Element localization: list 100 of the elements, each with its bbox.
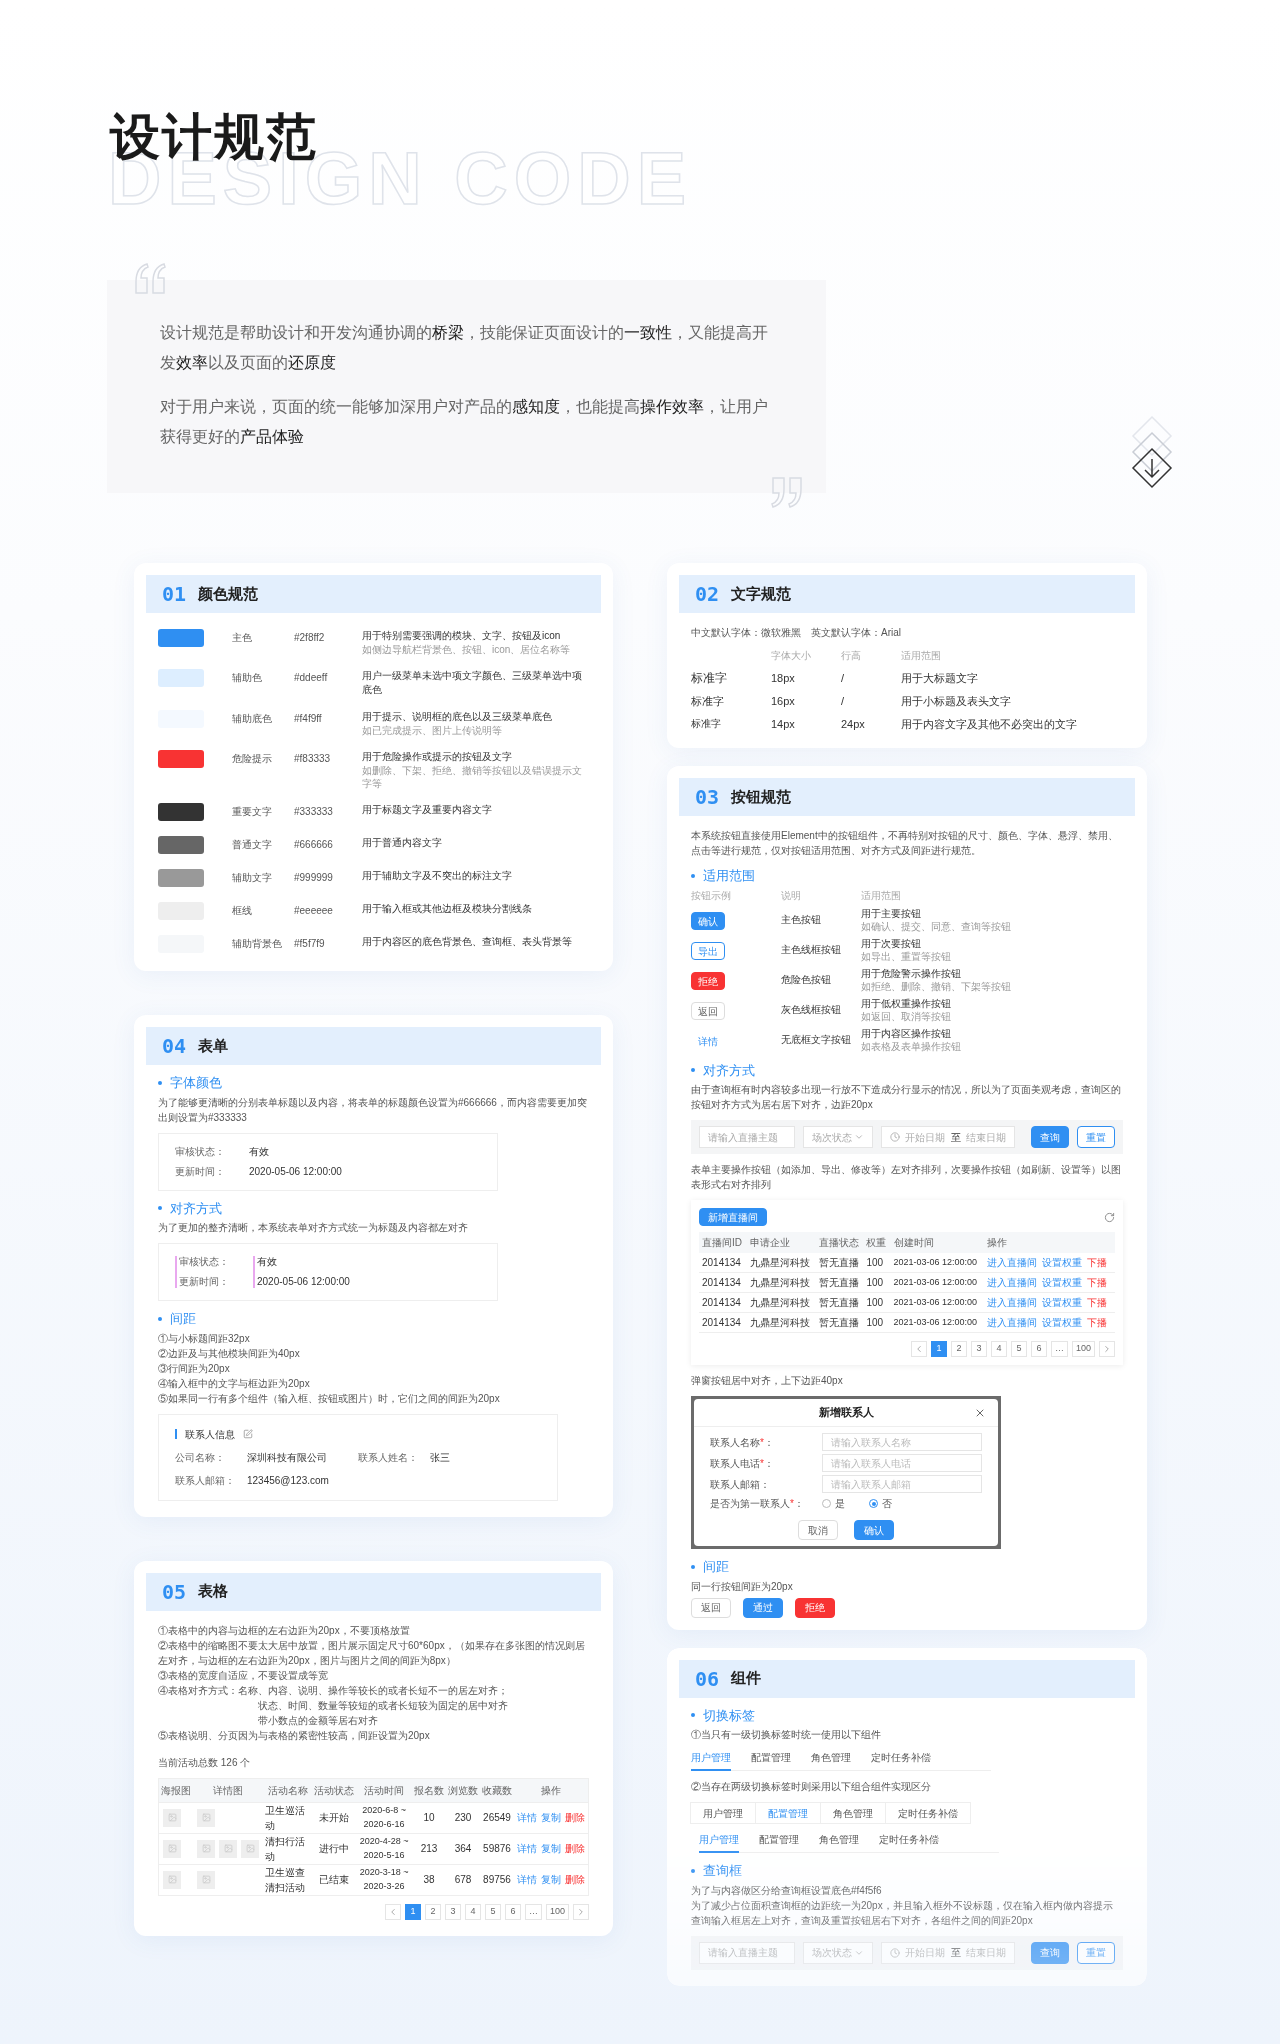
color-usage: 用于提示、说明框的底色以及三级菜单底色	[362, 710, 552, 724]
page-button[interactable]: 3	[444, 1903, 461, 1920]
solid-button[interactable]: 新增直播间	[699, 1208, 767, 1226]
action-link[interactable]: 设置权重	[1041, 1275, 1082, 1290]
action-link[interactable]: 下播	[1086, 1255, 1107, 1270]
page-button[interactable]: 2	[424, 1903, 441, 1920]
action-link[interactable]: 复制	[541, 1841, 561, 1856]
close-icon[interactable]	[974, 1407, 986, 1419]
paragraph: 为了能够更清晰的分别表单标题以及内容，将表单的标题颜色设置为#666666，而内容需要更加突出则设置为#333333	[158, 1095, 588, 1125]
refresh-icon[interactable]	[1104, 1211, 1115, 1223]
next-page-button[interactable]	[1099, 1341, 1115, 1357]
alignment-guide	[253, 1256, 255, 1288]
outline-button[interactable]: 导出	[691, 942, 725, 960]
action-link[interactable]: 设置权重	[1041, 1315, 1082, 1330]
action-link[interactable]: 下播	[1086, 1295, 1107, 1310]
bullet-icon	[691, 1564, 695, 1569]
paragraph: ⑤如果同一行有多个组件（输入框、按钮或图片）时，它们之间的间距为20px	[158, 1391, 501, 1406]
page-button[interactable]: 4	[464, 1903, 481, 1920]
outline-button[interactable]: 返回	[691, 1597, 731, 1618]
page-button[interactable]: …	[1050, 1341, 1068, 1357]
card-tab[interactable]: 定时任务补偿	[885, 1802, 971, 1824]
solid-button[interactable]: 拒绝	[795, 1597, 835, 1618]
field-label: 联系人电话*：	[710, 1456, 775, 1471]
solid-button[interactable]: 通过	[743, 1597, 783, 1618]
action-link[interactable]: 下播	[1086, 1315, 1107, 1330]
page-button[interactable]: 1	[404, 1903, 421, 1920]
tab[interactable]: 定时任务补偿	[871, 1750, 931, 1771]
page-button[interactable]: 3	[970, 1341, 987, 1357]
input-field[interactable]: 请输入联系人电话	[822, 1454, 982, 1472]
action-link[interactable]: 进入直播间	[986, 1275, 1037, 1290]
outline-button[interactable]: 重置	[1077, 1126, 1115, 1148]
field-value: 2020-05-06 12:00:00	[257, 1276, 350, 1288]
outline-button[interactable]: 返回	[691, 1002, 725, 1020]
solid-button[interactable]: 确认	[854, 1520, 894, 1540]
clock-icon	[890, 1132, 900, 1142]
color-usage: 用于危险操作或提示的按钮及文字	[362, 750, 513, 764]
tab[interactable]: 定时任务补偿	[879, 1832, 939, 1853]
bullet-icon	[158, 1206, 162, 1211]
tab[interactable]: 用户管理	[691, 1750, 731, 1771]
usage-note: 如确认、提交、同意、查询等按钮	[861, 919, 1012, 933]
select-field[interactable]: 场次状态	[803, 1126, 873, 1148]
input-field[interactable]: 请输入联系人名称	[822, 1433, 982, 1451]
field-label: 是否为第一联系人*：	[710, 1497, 805, 1511]
page-button[interactable]: 6	[1030, 1341, 1047, 1357]
page-button[interactable]: 6	[504, 1903, 521, 1920]
previous-page-button[interactable]	[910, 1341, 927, 1357]
outline-button[interactable]: 取消	[798, 1520, 838, 1540]
bullet-icon	[158, 1316, 162, 1321]
card-tab[interactable]: 配置管理	[755, 1802, 821, 1824]
action-link[interactable]: 删除	[565, 1841, 585, 1856]
table-cell: 2021-03-06 12:00:00	[890, 1312, 984, 1333]
section-title: 表格	[198, 1581, 229, 1602]
page-button[interactable]: 100	[1071, 1341, 1095, 1357]
page-button[interactable]: 2	[950, 1341, 967, 1357]
column-header: 适用范围	[861, 888, 902, 903]
tab[interactable]: 配置管理	[751, 1750, 791, 1771]
page-button[interactable]: 100	[545, 1903, 569, 1920]
solid-button[interactable]: 确认	[691, 912, 725, 930]
solid-button[interactable]: 查询	[1031, 1941, 1069, 1964]
action-link[interactable]: 进入直播间	[986, 1295, 1037, 1310]
previous-page-button[interactable]	[384, 1903, 401, 1920]
outline-button[interactable]: 重置	[1077, 1941, 1115, 1964]
color-hex: #eeeeee	[294, 904, 334, 918]
card-tab[interactable]: 角色管理	[820, 1802, 886, 1824]
page-button[interactable]: 5	[1010, 1341, 1027, 1357]
next-page-button[interactable]	[573, 1903, 589, 1920]
action-link[interactable]: 设置权重	[1041, 1295, 1082, 1310]
action-link[interactable]: 复制	[541, 1810, 561, 1825]
action-link[interactable]: 设置权重	[1041, 1255, 1082, 1270]
tab[interactable]: 角色管理	[811, 1750, 851, 1771]
input-field[interactable]: 请输入直播主题	[699, 1126, 795, 1148]
text-button[interactable]: 详情	[691, 1032, 725, 1050]
card-tab[interactable]: 用户管理	[690, 1802, 756, 1824]
tab[interactable]: 用户管理	[699, 1832, 739, 1853]
action-link[interactable]: 下播	[1086, 1275, 1107, 1290]
date-range-field[interactable]: 开始日期 至 结束日期	[881, 1126, 1015, 1148]
tab[interactable]: 角色管理	[819, 1832, 859, 1853]
action-link[interactable]: 删除	[565, 1872, 585, 1887]
action-link[interactable]: 详情	[517, 1841, 537, 1856]
usage-text: 用于小标题及表头文字	[901, 694, 1012, 709]
page-button[interactable]: 4	[990, 1341, 1007, 1357]
page-button[interactable]: 1	[930, 1341, 947, 1357]
tab[interactable]: 配置管理	[759, 1832, 799, 1853]
solid-button[interactable]: 查询	[1031, 1126, 1069, 1148]
edit-icon[interactable]	[243, 1429, 253, 1439]
action-link[interactable]: 进入直播间	[986, 1315, 1037, 1330]
color-name: 主色	[232, 631, 253, 645]
action-link[interactable]: 详情	[517, 1872, 537, 1887]
column-header: 字体大小	[771, 649, 812, 663]
page-button[interactable]: …	[524, 1903, 542, 1920]
table-cell: 364	[446, 1833, 480, 1864]
page-button[interactable]: 5	[484, 1903, 501, 1920]
field-label: 更新时间：	[179, 1276, 229, 1288]
action-link[interactable]: 删除	[565, 1810, 585, 1825]
action-link[interactable]: 复制	[541, 1872, 561, 1887]
action-link[interactable]: 进入直播间	[986, 1255, 1037, 1270]
color-hex: #ddeeff	[294, 671, 329, 685]
table-cell: 2014134	[699, 1253, 747, 1273]
action-link[interactable]: 详情	[517, 1810, 537, 1825]
solid-button[interactable]: 拒绝	[691, 972, 725, 990]
